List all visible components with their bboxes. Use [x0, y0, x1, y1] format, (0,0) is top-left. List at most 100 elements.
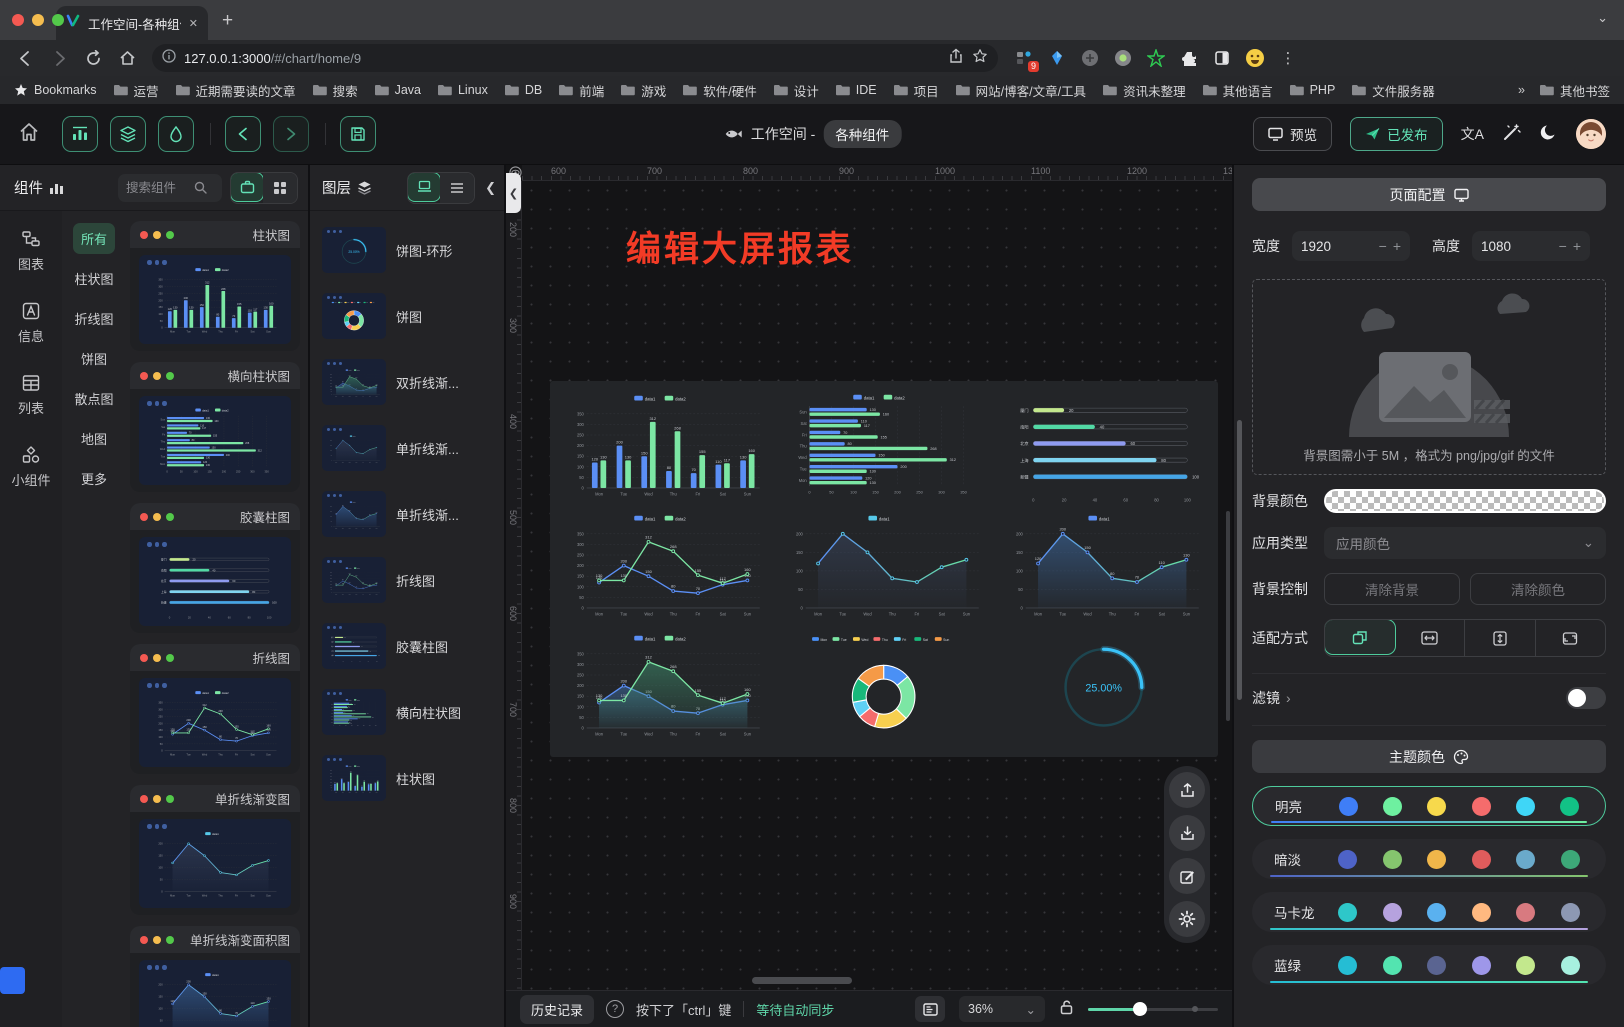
height-minus-icon[interactable]: −: [1559, 238, 1567, 254]
theme-color-dot[interactable]: [1427, 850, 1446, 869]
canvas-vertical-scrollbar[interactable]: [1226, 511, 1230, 721]
sidebar-item-widgets[interactable]: 小组件: [6, 437, 56, 495]
app-home-icon[interactable]: [18, 121, 40, 148]
fit-height-button[interactable]: [1465, 620, 1536, 656]
user-avatar[interactable]: [1576, 119, 1606, 149]
bookmark-folder[interactable]: DB: [504, 83, 542, 97]
bookmark-folder[interactable]: 资讯未整理: [1102, 81, 1186, 100]
component-card[interactable]: 单折线渐变图 data1050100150200MonTueWedThuFriS…: [130, 785, 300, 915]
background-upload-dropzone[interactable]: 背景图需小于 5M ，格式为 png/jpg/gif 的文件: [1252, 279, 1606, 475]
close-window-button[interactable]: [12, 14, 24, 26]
layer-item[interactable]: data1data2050100150200250300350MonTueWed…: [318, 551, 496, 609]
fit-width-button[interactable]: [1395, 620, 1466, 656]
layer-item[interactable]: data1data2050100150200250300350Mon120130…: [318, 683, 496, 741]
layer-item[interactable]: 厦门20南阳40北京60上海80新疆100020406080100 胶囊柱图: [318, 617, 496, 675]
panel-scrollbar[interactable]: [1237, 420, 1242, 700]
theme-color-dot[interactable]: [1338, 956, 1357, 975]
category-item[interactable]: 折线图: [66, 303, 121, 334]
height-stepper[interactable]: 1080 − +: [1472, 231, 1590, 261]
widget-ring[interactable]: 25.00%: [997, 631, 1210, 747]
widget-area1[interactable]: data1050100150200MonTueWedThuFriSatSun12…: [997, 511, 1210, 627]
back-icon[interactable]: [10, 44, 40, 72]
save-button[interactable]: [340, 116, 376, 152]
profile-avatar-icon[interactable]: [1245, 48, 1265, 68]
extension-circle2-icon[interactable]: [1113, 48, 1133, 68]
notes-panel-icon[interactable]: [915, 996, 945, 1022]
fit-stretch-button[interactable]: [1536, 620, 1606, 656]
widget-hbar[interactable]: data1data2050100150200250300350Mon120130…: [777, 391, 990, 507]
bookmarks-root[interactable]: Bookmarks: [14, 83, 97, 97]
bookmark-folder[interactable]: Linux: [437, 83, 488, 97]
layers-panel-toggle-button[interactable]: [110, 116, 146, 152]
component-search[interactable]: [118, 174, 222, 202]
component-card[interactable]: 柱状图 data1data2050100150200250300350MonTu…: [130, 221, 300, 351]
settings-gear-icon[interactable]: [1169, 901, 1205, 937]
widget-line1[interactable]: data1050100150200MonTueWedThuFriSatSun: [777, 511, 990, 627]
undo-button[interactable]: [225, 116, 261, 152]
filter-toggle[interactable]: [1566, 687, 1606, 709]
bookmark-folder[interactable]: 网站/博客/文章/工具: [955, 81, 1086, 100]
theme-color-header[interactable]: 主题颜色: [1252, 740, 1606, 773]
redo-button[interactable]: [273, 116, 309, 152]
theme-color-dot[interactable]: [1427, 797, 1446, 816]
address-bar[interactable]: 127.0.0.1:3000/#/chart/home/9: [152, 44, 998, 72]
layers-thumbnail-view-toggle[interactable]: [407, 172, 441, 202]
category-item[interactable]: 更多: [73, 463, 115, 494]
theme-color-dot[interactable]: [1561, 850, 1580, 869]
search-input[interactable]: [126, 181, 190, 195]
height-plus-icon[interactable]: +: [1573, 238, 1581, 254]
browser-tab-active[interactable]: 工作空间-各种组件 ✕: [56, 6, 208, 40]
theme-row[interactable]: 暗淡: [1252, 839, 1606, 879]
help-icon[interactable]: ?: [606, 1000, 624, 1018]
component-market-toggle[interactable]: [230, 172, 264, 202]
theme-color-dot[interactable]: [1516, 956, 1535, 975]
publish-button[interactable]: 已发布: [1350, 117, 1443, 151]
export-icon[interactable]: [1169, 772, 1205, 808]
reload-icon[interactable]: [78, 44, 108, 72]
canvas-horizontal-scrollbar[interactable]: [752, 977, 852, 984]
layer-item[interactable]: 25.00% 饼图-环形: [318, 221, 496, 279]
app-type-select[interactable]: 应用颜色 ⌄: [1324, 527, 1606, 559]
workspace-name-pill[interactable]: 各种组件: [823, 120, 901, 148]
bookmark-folder[interactable]: 搜索: [312, 81, 358, 100]
dark-mode-moon-icon[interactable]: [1539, 123, 1558, 146]
theme-color-dot[interactable]: [1338, 850, 1357, 869]
maximize-window-button[interactable]: [52, 14, 64, 26]
collapse-layers-icon[interactable]: ❮: [485, 180, 496, 196]
theme-color-dot[interactable]: [1516, 797, 1535, 816]
zoom-slider[interactable]: [1088, 1002, 1218, 1016]
width-plus-icon[interactable]: +: [1393, 238, 1401, 254]
bookmark-folder[interactable]: 软件/硬件: [682, 81, 756, 100]
theme-color-dot[interactable]: [1472, 850, 1491, 869]
clear-background-button[interactable]: 清除背景: [1324, 573, 1460, 605]
dashboard-preview[interactable]: data1data2050100150200250300350MonTueWed…: [550, 381, 1218, 757]
theme-color-dot[interactable]: [1560, 797, 1579, 816]
history-button[interactable]: 历史记录: [520, 995, 594, 1024]
theme-color-dot[interactable]: [1561, 903, 1580, 922]
theme-color-dot[interactable]: [1427, 956, 1446, 975]
big-screen-title-text[interactable]: 编辑大屏报表: [626, 221, 854, 272]
width-minus-icon[interactable]: −: [1379, 238, 1387, 254]
extension-star-icon[interactable]: [1146, 48, 1166, 68]
layer-item[interactable]: data1050100150200MonTueWedThuFriSatSun 单…: [318, 419, 496, 477]
bookmark-folder[interactable]: 前端: [558, 81, 604, 100]
panel-collapse-tab[interactable]: ❮: [506, 173, 521, 213]
canvas-grid[interactable]: 编辑大屏报表 data1data2050100150200250300350Mo…: [522, 181, 1232, 990]
width-stepper[interactable]: 1920 − +: [1292, 231, 1410, 261]
category-item[interactable]: 柱状图: [66, 263, 121, 294]
bookmark-folder[interactable]: PHP: [1289, 83, 1336, 97]
bookmark-folder[interactable]: 游戏: [620, 81, 666, 100]
other-bookmarks[interactable]: 其他书签: [1539, 81, 1610, 100]
clear-color-button[interactable]: 清除颜色: [1470, 573, 1606, 605]
zoom-slider-knob[interactable]: [1133, 1002, 1147, 1016]
category-item[interactable]: 所有: [73, 223, 115, 254]
extension-lamp-icon[interactable]: [1047, 48, 1067, 68]
widget-capsule[interactable]: 厦门20南阳40北京60上海80新疆100020406080100: [997, 391, 1210, 507]
preview-button[interactable]: 预览: [1253, 117, 1332, 151]
sidebar-item-info[interactable]: 信息: [6, 293, 56, 351]
zoom-select[interactable]: 36% ⌄: [959, 996, 1045, 1022]
bookmark-folder[interactable]: 项目: [893, 81, 939, 100]
home-icon[interactable]: [112, 44, 142, 72]
detail-panel-toggle-button[interactable]: [158, 116, 194, 152]
widget-line2[interactable]: data1data2050100150200250300350MonTueWed…: [558, 511, 771, 627]
